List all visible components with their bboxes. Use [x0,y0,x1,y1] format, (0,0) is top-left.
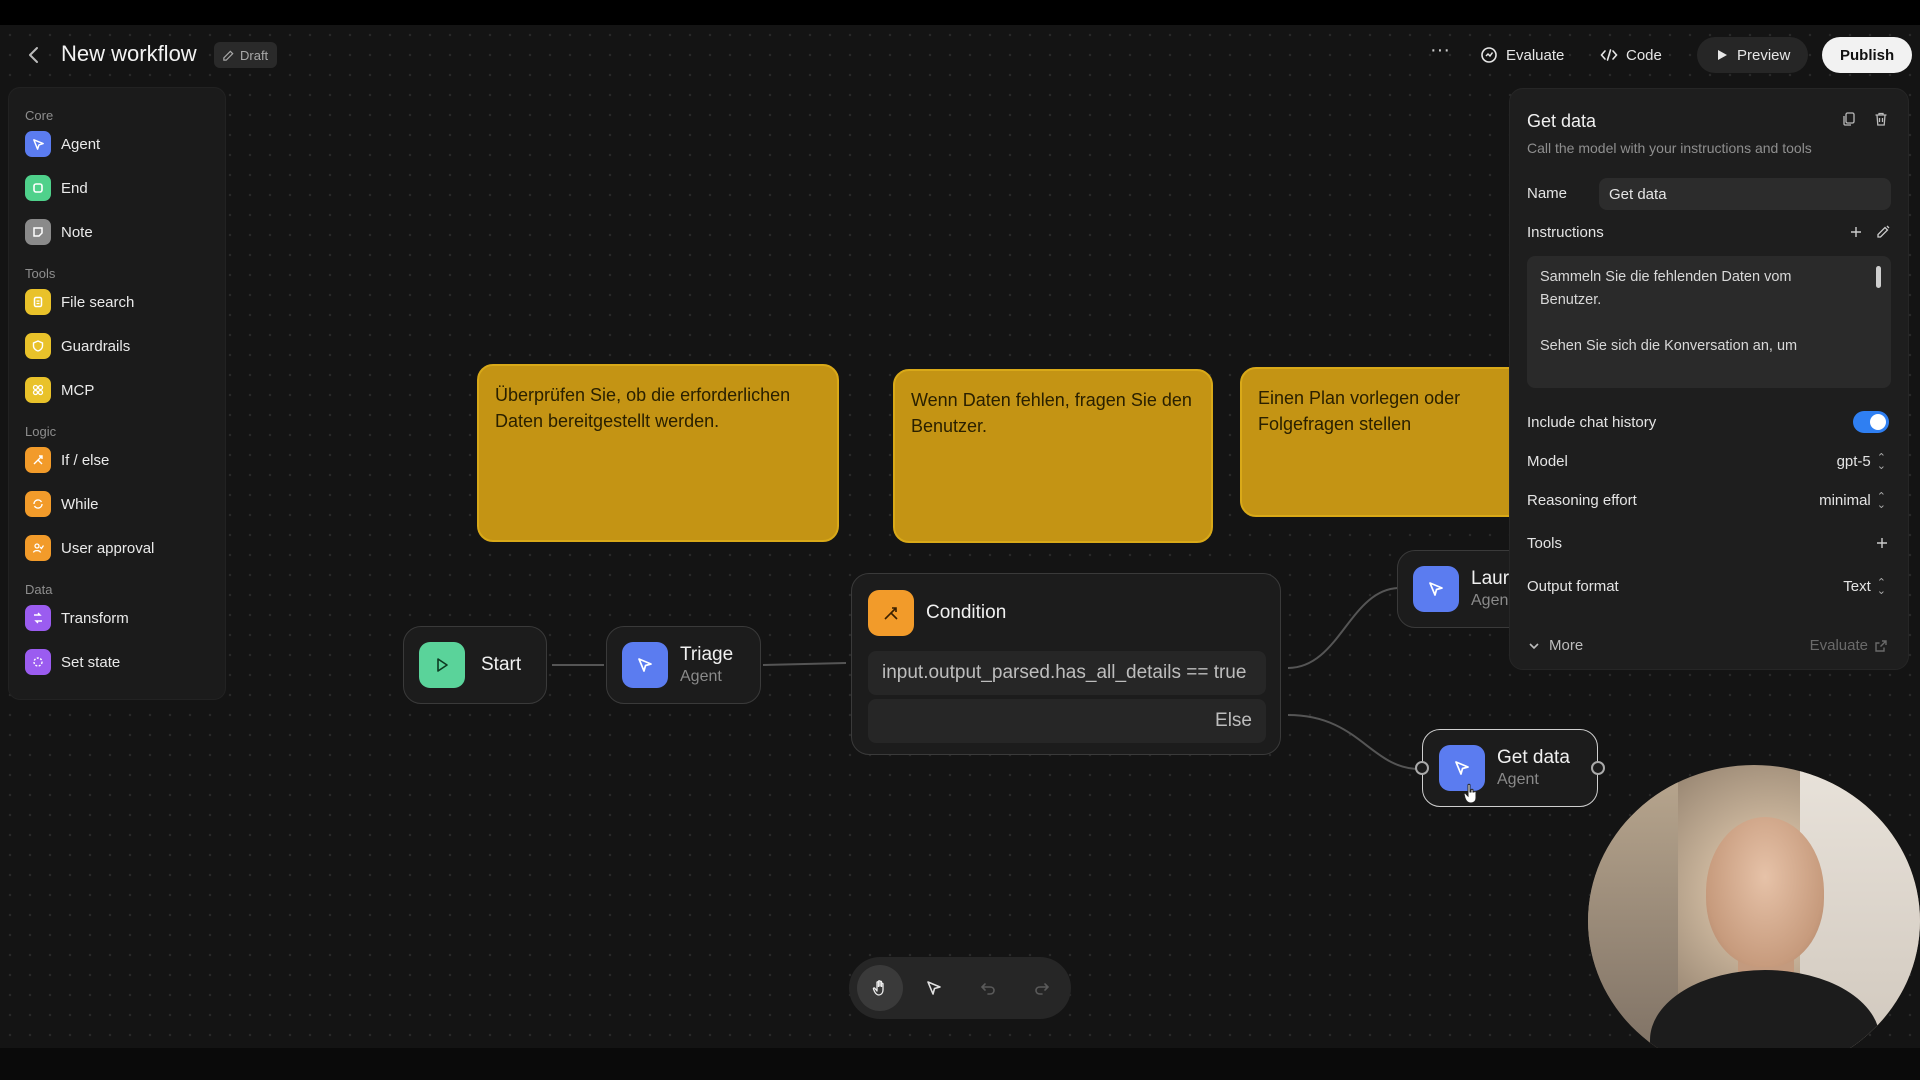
condition-else[interactable]: Else [868,699,1266,743]
start-icon [419,642,465,688]
panel-title: Get data [1527,111,1597,131]
edge-triage-condition [762,662,847,666]
node-title: Condition [926,602,1007,623]
copy-icon[interactable] [1841,111,1861,131]
edge-condition-true [1287,587,1401,669]
hand-cursor-icon [1463,783,1477,804]
scrollbar[interactable] [1876,266,1881,288]
node-title: Get data [1497,747,1570,768]
reasoning-label: Reasoning effort [1527,492,1637,509]
name-label: Name [1527,185,1568,202]
evaluate-link-label: Evaluate [1809,637,1868,654]
panel-evaluate-link[interactable]: Evaluate [1810,637,1888,654]
presenter-face [1706,817,1824,967]
chevron-updown-icon: ⌃ ⌄ [1876,576,1886,597]
model-label: Model [1527,453,1568,470]
pan-hand-icon[interactable] [857,965,903,1011]
external-link-icon [1875,639,1887,652]
more-toggle[interactable]: More [1527,637,1583,654]
chevron-down-icon [1529,642,1539,649]
reasoning-select[interactable]: minimal ⌃ ⌄ [1819,490,1886,511]
sticky-note[interactable]: Einen Plan vorlegen oder Folgefragen ste… [1240,367,1530,517]
reasoning-value: minimal [1819,492,1871,509]
node-get-data[interactable]: Get data Agent [1415,729,1605,807]
instructions-paragraph: Sammeln Sie die fehlenden Daten vom Benu… [1540,269,1792,308]
node-condition[interactable]: Condition input.output_parsed.has_all_de… [851,573,1281,755]
letterbox-bottom [0,1048,1920,1080]
select-pointer-icon[interactable] [911,965,957,1011]
node-title: Triage [680,644,734,665]
tools-label: Tools [1527,535,1563,552]
model-value: gpt-5 [1836,453,1871,470]
undo-icon[interactable] [965,965,1011,1011]
output-format-select[interactable]: Text ⌃ ⌄ [1843,576,1886,597]
chat-history-toggle[interactable] [1853,411,1889,433]
agent-icon [622,642,668,688]
letterbox-top [0,0,1920,25]
trash-icon[interactable] [1873,111,1893,131]
name-input[interactable] [1599,178,1891,210]
chevron-updown-icon: ⌃ ⌄ [1876,490,1886,511]
canvas-toolbar [849,957,1071,1019]
node-subtitle: Agent [680,668,722,685]
node-inspector-panel: Get data Call the model with your instru… [1509,88,1909,670]
more-label: More [1549,637,1584,654]
redo-icon[interactable] [1019,965,1065,1011]
node-title: Start [481,654,522,675]
condition-expression[interactable]: input.output_parsed.has_all_details == t… [868,651,1266,695]
webcam-overlay [1588,765,1920,1048]
instructions-label: Instructions [1527,224,1604,241]
sticky-note[interactable]: Wenn Daten fehlen, fragen Sie den Benutz… [893,369,1213,543]
workflow-builder: New workflow Draft ··· Evaluate Code Pre… [0,25,1920,1048]
output-format-label: Output format [1527,578,1619,595]
input-handle[interactable] [1415,761,1429,775]
edge-condition-else [1287,714,1421,770]
node-start[interactable]: Start [403,626,547,704]
instructions-paragraph: Sehen Sie sich die Konversation an, um [1540,338,1798,354]
node-subtitle: Agent [1497,771,1539,788]
node-subtitle: Agen [1471,592,1509,609]
agent-icon [1413,566,1459,612]
chevron-updown-icon: ⌃ ⌄ [1876,451,1886,472]
instructions-textarea[interactable]: Sammeln Sie die fehlenden Daten vom Benu… [1527,256,1891,388]
output-format-value: Text [1843,578,1871,595]
node-triage[interactable]: Triage Agent [606,626,761,704]
chat-history-label: Include chat history [1527,414,1657,431]
sticky-note[interactable]: Überprüfen Sie, ob die erforderlichen Da… [477,364,839,542]
node-title: Laur [1471,568,1510,589]
magic-edit-icon[interactable] [1875,224,1895,244]
add-tool-icon[interactable] [1874,535,1894,555]
panel-description: Call the model with your instructions an… [1527,140,1812,156]
add-icon[interactable] [1848,224,1868,244]
if-else-icon [868,590,914,636]
toggle-knob [1870,414,1886,430]
model-select[interactable]: gpt-5 ⌃ ⌄ [1836,451,1886,472]
